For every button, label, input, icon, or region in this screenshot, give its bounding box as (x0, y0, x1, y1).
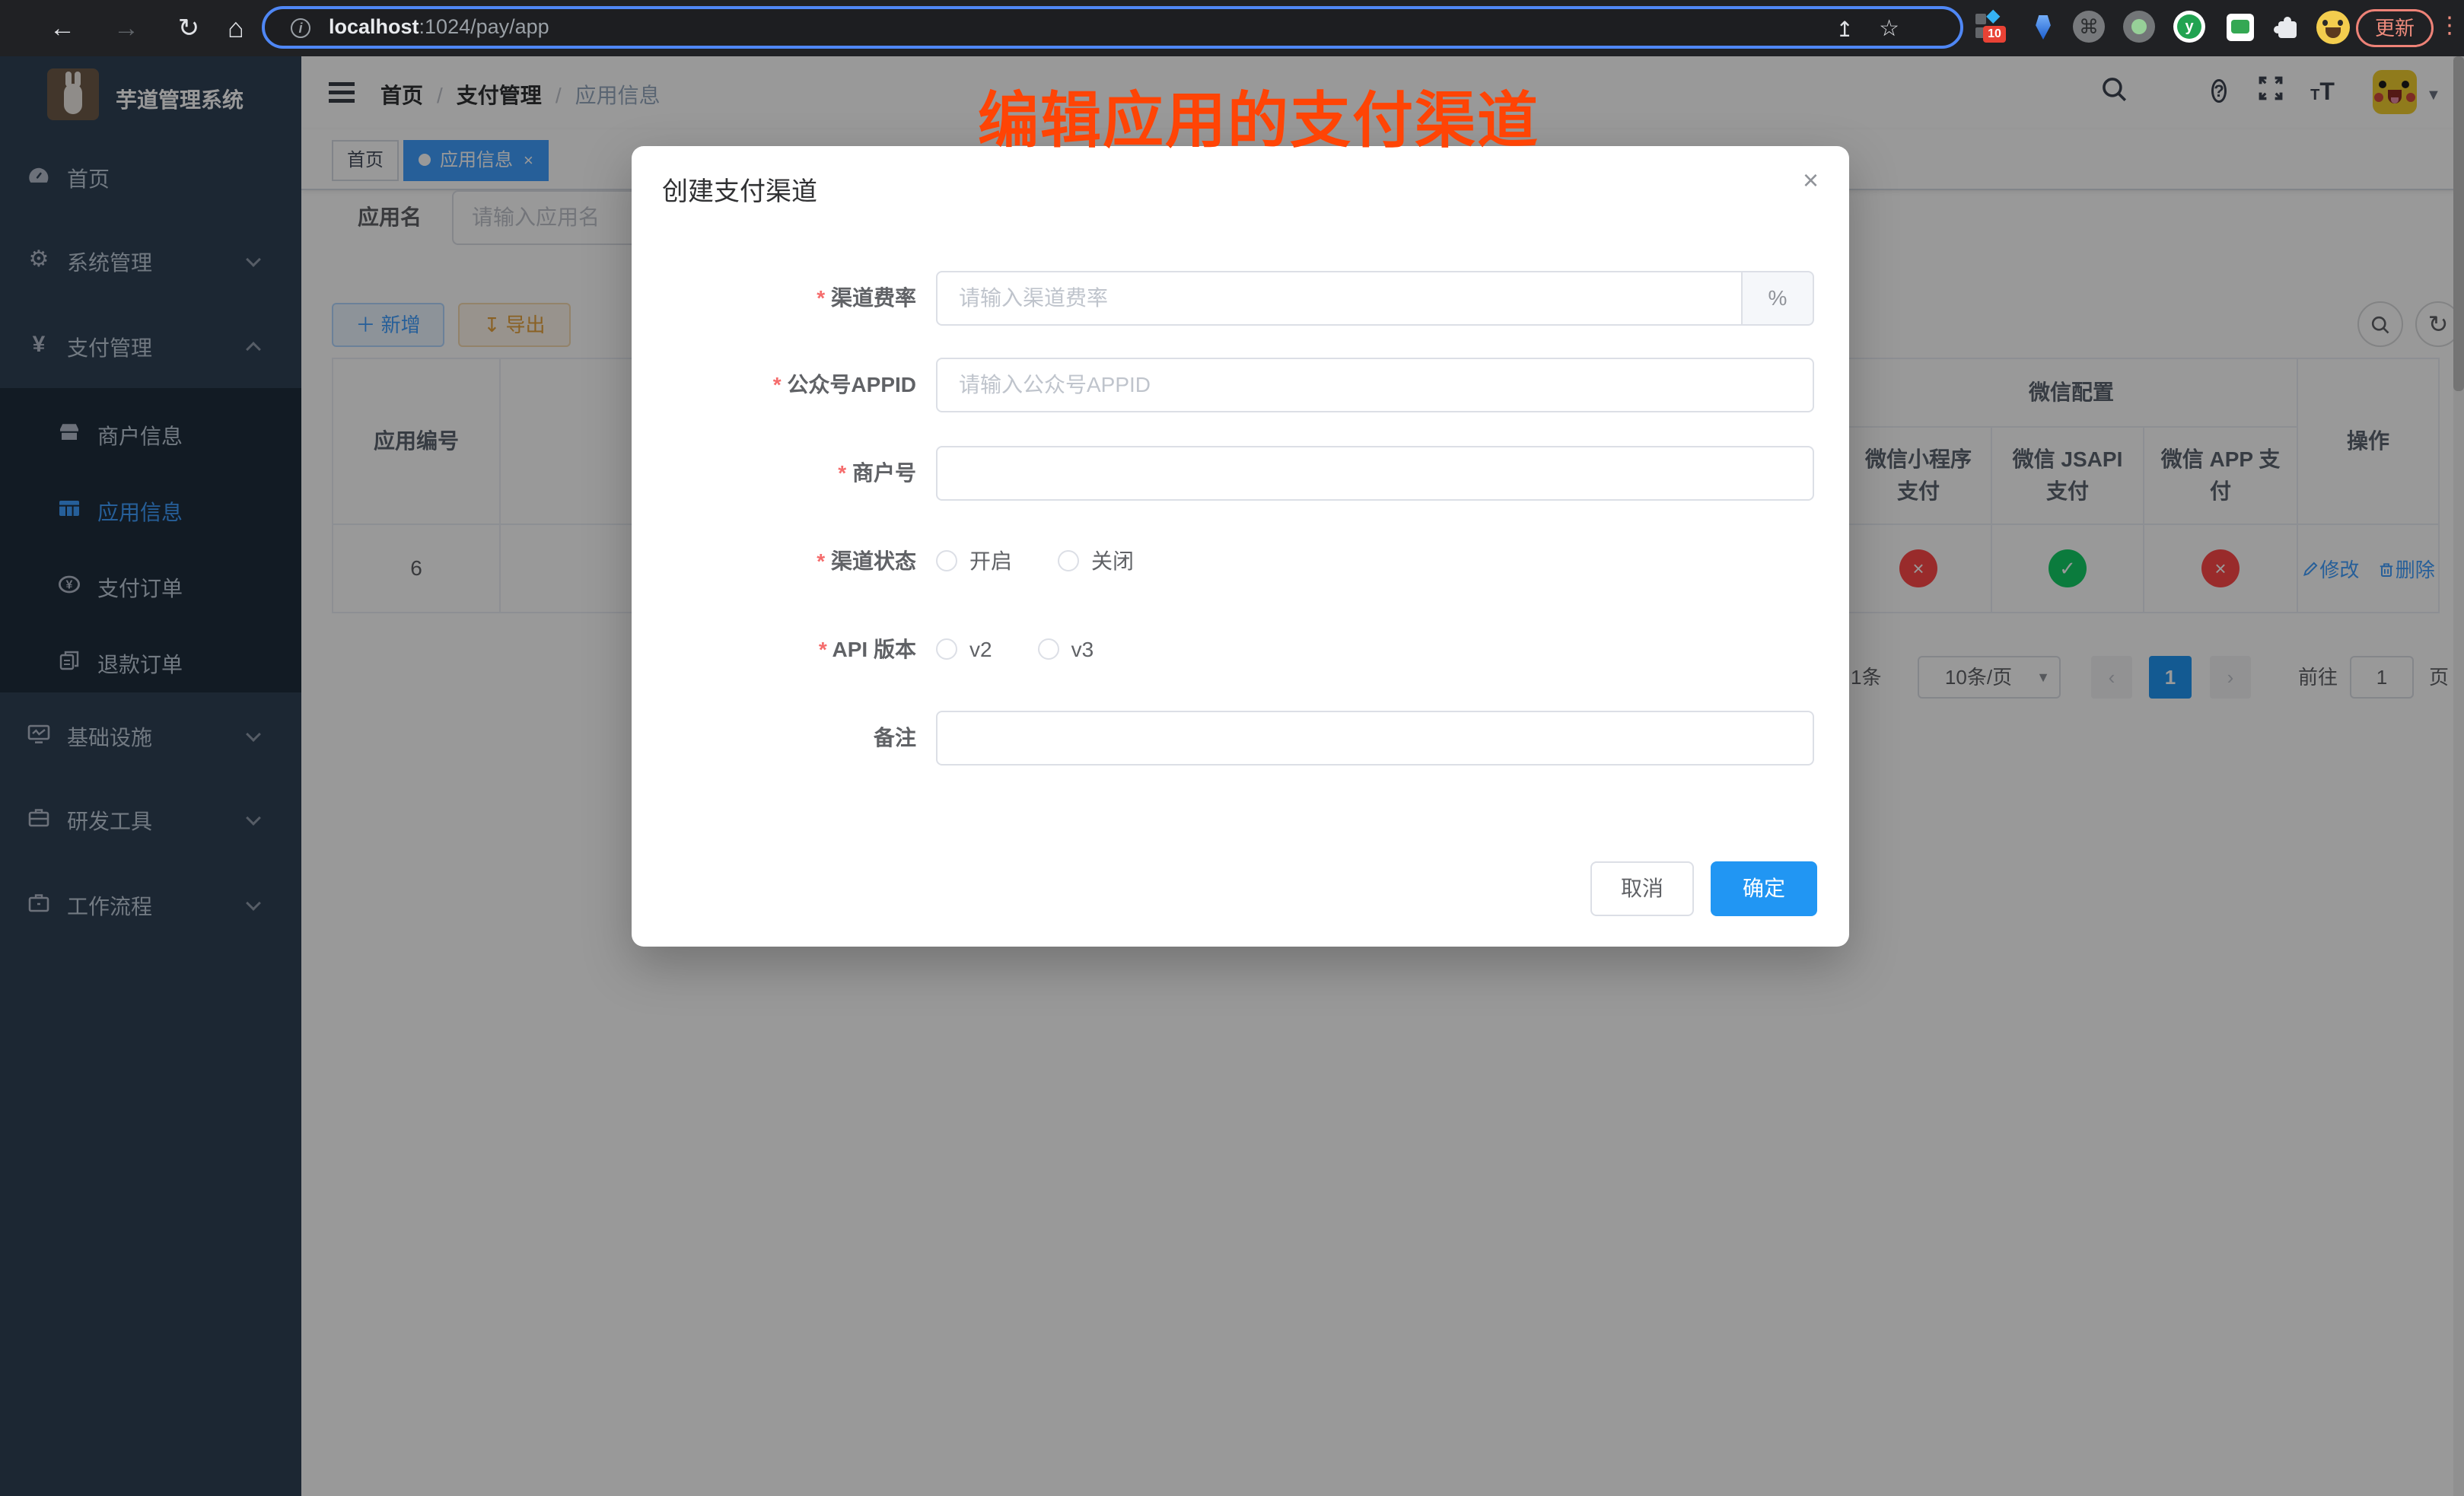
chrome-update-button[interactable]: 更新 (2356, 9, 2434, 47)
browser-toolbar: ← → ↻ ⌂ i localhost:1024/pay/app ↥ ☆ ◆ 1… (0, 0, 2464, 56)
back-icon[interactable]: ← (44, 0, 81, 56)
field-label: 商户号 (632, 446, 916, 501)
extension-dot-icon[interactable] (2123, 11, 2157, 44)
reload-icon[interactable]: ↻ (170, 0, 207, 56)
field-label: 渠道费率 (632, 271, 916, 326)
field-label: API 版本 (632, 635, 916, 665)
field-label: 公众号APPID (632, 358, 916, 412)
percent-suffix: % (1743, 271, 1814, 326)
annotation-text: 编辑应用的支付渠道 (931, 72, 1586, 160)
dialog-close-icon[interactable]: × (1803, 164, 1819, 196)
confirm-button[interactable]: 确定 (1711, 861, 1817, 916)
url-host: localhost (329, 15, 419, 38)
cancel-button[interactable]: 取消 (1590, 861, 1694, 916)
radio-status-closed[interactable] (1058, 550, 1079, 571)
extensions-puzzle-icon[interactable] (2271, 11, 2304, 44)
url-path: :1024/pay/app (419, 15, 549, 38)
extension-balloon-icon[interactable] (2027, 11, 2061, 44)
page-info-icon[interactable]: i (291, 18, 310, 38)
forward-icon[interactable]: → (108, 0, 145, 56)
extension-y-icon[interactable]: y (2173, 11, 2207, 44)
extension-chat-icon[interactable] (2224, 11, 2257, 44)
share-icon[interactable]: ↥ (1836, 17, 1854, 42)
create-pay-channel-dialog: 创建支付渠道 × 渠道费率 % 公众号APPID 商户号 渠道状态 开启关闭 (632, 146, 1849, 947)
radio-status-open[interactable] (936, 550, 957, 571)
url-text[interactable]: localhost:1024/pay/app (329, 15, 549, 39)
extension-command-icon[interactable]: ⌘ (2073, 11, 2106, 44)
channel-rate-input[interactable] (936, 271, 1743, 326)
field-label: 备注 (632, 711, 916, 766)
screen: ← → ↻ ⌂ i localhost:1024/pay/app ↥ ☆ ◆ 1… (0, 0, 2464, 1496)
bookmark-star-icon[interactable]: ☆ (1879, 15, 1899, 42)
profile-emoji-avatar[interactable] (2316, 11, 2350, 44)
radio-api-v3[interactable] (1038, 638, 1059, 660)
extension-badge: 10 (1983, 26, 2006, 43)
browser-menu-icon[interactable]: ⋮ (2438, 12, 2461, 39)
radio-api-v2[interactable] (936, 638, 957, 660)
extension-diamond-icon[interactable]: ◆ 10 (1975, 11, 2009, 44)
dialog-title: 创建支付渠道 (662, 170, 817, 208)
mp-appid-input[interactable] (936, 358, 1814, 412)
remark-input[interactable] (936, 711, 1814, 766)
home-icon[interactable]: ⌂ (218, 0, 254, 56)
field-label: 渠道状态 (632, 546, 916, 577)
address-bar[interactable]: i localhost:1024/pay/app ↥ ☆ (262, 6, 1963, 49)
merchant-no-input[interactable] (936, 446, 1814, 501)
app-page: 芋道管理系统 首页 ⚙ 系统管理 ¥ 支付管理 (0, 56, 2464, 1496)
